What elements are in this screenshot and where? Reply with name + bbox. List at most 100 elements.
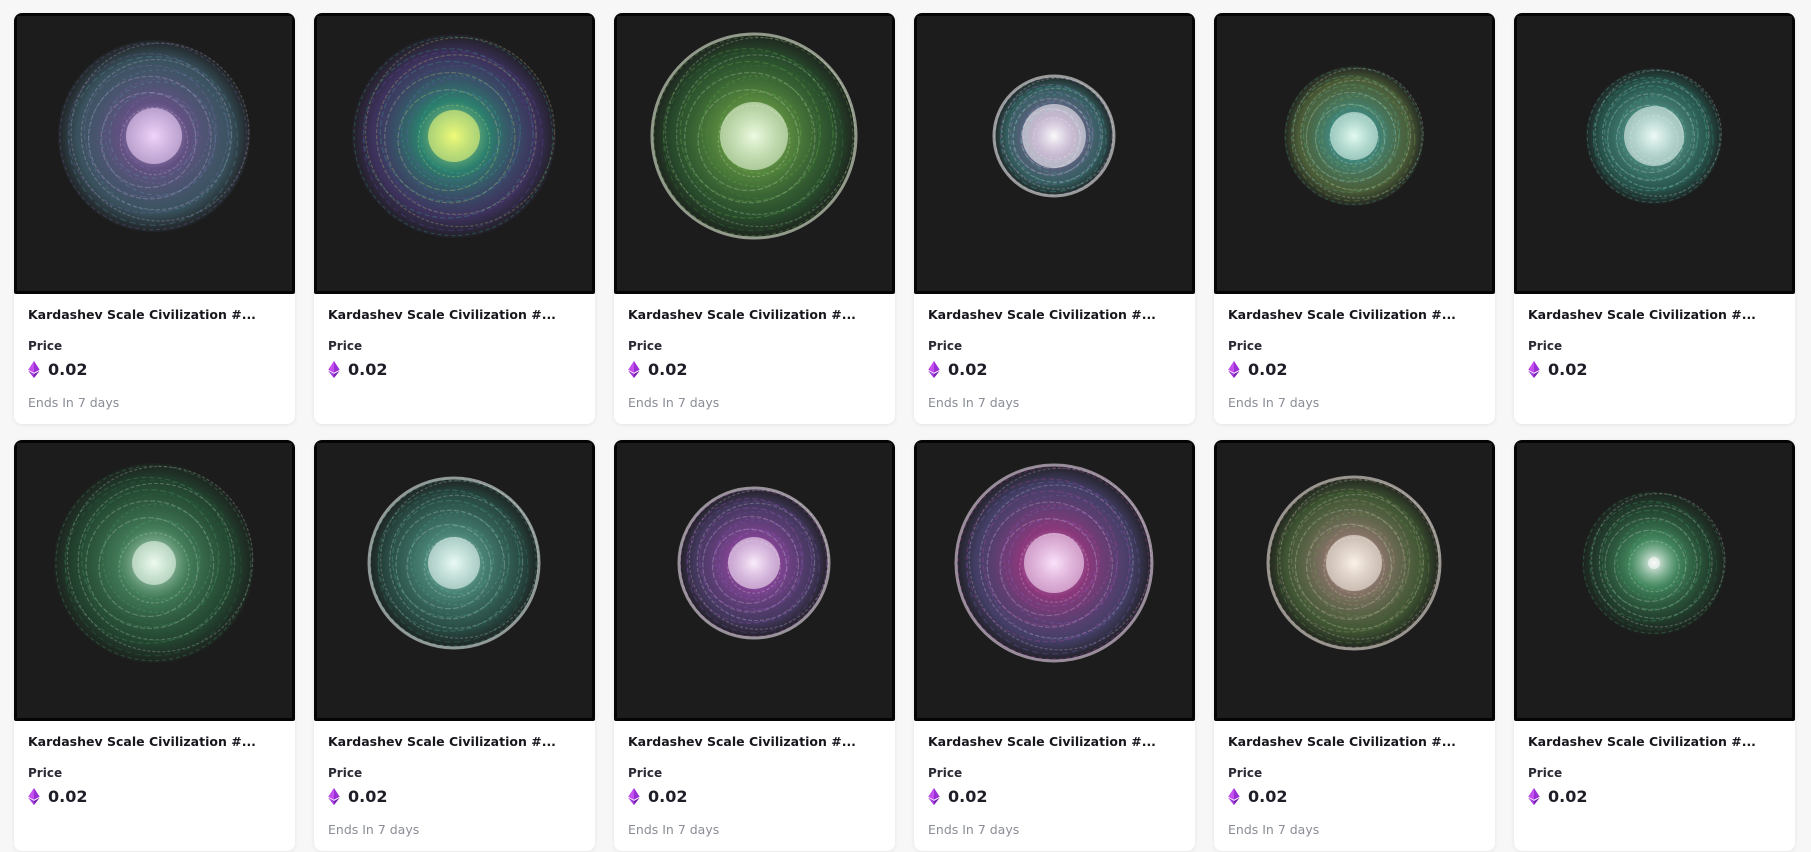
nft-artwork-image[interactable]	[1514, 13, 1795, 294]
price-row: 0.02	[1228, 786, 1481, 806]
card-meta: Kardashev Scale Civilization #... Price …	[614, 721, 895, 838]
price-label: Price	[628, 339, 663, 353]
price-label: Price	[1228, 766, 1263, 780]
artwork-core	[1022, 104, 1086, 168]
nft-title[interactable]: Kardashev Scale Civilization #...	[28, 307, 281, 323]
price-label: Price	[328, 339, 363, 353]
nft-artwork-image[interactable]	[1214, 440, 1495, 721]
nft-artwork-image[interactable]	[614, 440, 895, 721]
price-value: 0.02	[48, 786, 88, 806]
price-label: Price	[1228, 339, 1263, 353]
card-meta: Kardashev Scale Civilization #... Price …	[314, 294, 595, 411]
card-meta: Kardashev Scale Civilization #... Price …	[614, 294, 895, 411]
nft-artwork-image[interactable]	[1214, 13, 1495, 294]
nft-title[interactable]: Kardashev Scale Civilization #...	[928, 307, 1181, 323]
auction-ends-text: Ends In 7 days	[628, 822, 720, 837]
nft-card-9[interactable]: Kardashev Scale Civilization #... Price …	[614, 440, 895, 851]
ethereum-icon	[28, 787, 40, 805]
price-row: 0.02	[28, 786, 281, 806]
card-meta: Kardashev Scale Civilization #... Price …	[14, 294, 295, 411]
card-meta: Kardashev Scale Civilization #... Price …	[914, 294, 1195, 411]
price-label: Price	[28, 339, 63, 353]
nft-card-1[interactable]: Kardashev Scale Civilization #... Price …	[14, 13, 295, 424]
nft-title[interactable]: Kardashev Scale Civilization #...	[1228, 307, 1481, 323]
price-value: 0.02	[1548, 786, 1588, 806]
nft-title[interactable]: Kardashev Scale Civilization #...	[28, 734, 281, 750]
price-row: 0.02	[328, 359, 581, 379]
card-meta: Kardashev Scale Civilization #... Price …	[1214, 721, 1495, 838]
price-value: 0.02	[1248, 786, 1288, 806]
nft-card-5[interactable]: Kardashev Scale Civilization #... Price …	[1214, 13, 1495, 424]
price-label: Price	[1528, 766, 1563, 780]
nft-artwork-image[interactable]	[314, 440, 595, 721]
price-row: 0.02	[928, 359, 1181, 379]
price-value: 0.02	[948, 786, 988, 806]
artwork-core	[428, 110, 480, 162]
price-row: 0.02	[1228, 359, 1481, 379]
nft-title[interactable]: Kardashev Scale Civilization #...	[1528, 307, 1781, 323]
ethereum-icon	[1228, 360, 1240, 378]
auction-ends-text	[1528, 395, 1781, 411]
price-label: Price	[628, 766, 663, 780]
auction-ends-text: Ends In 7 days	[1228, 822, 1320, 837]
nft-artwork-image[interactable]	[614, 13, 895, 294]
ethereum-icon	[928, 787, 940, 805]
nft-artwork-image[interactable]	[1514, 440, 1795, 721]
ethereum-icon	[28, 360, 40, 378]
artwork-core	[1648, 557, 1660, 569]
nft-artwork-image[interactable]	[914, 440, 1195, 721]
nft-card-7[interactable]: Kardashev Scale Civilization #... Price …	[14, 440, 295, 851]
auction-ends-text: Ends In 7 days	[328, 822, 420, 837]
auction-ends-text	[328, 395, 581, 411]
nft-title[interactable]: Kardashev Scale Civilization #...	[328, 734, 581, 750]
ethereum-icon	[928, 360, 940, 378]
nft-title[interactable]: Kardashev Scale Civilization #...	[328, 307, 581, 323]
price-row: 0.02	[328, 786, 581, 806]
auction-ends-text: Ends In 7 days	[628, 395, 720, 410]
price-label: Price	[28, 766, 63, 780]
auction-ends-text	[28, 822, 281, 838]
nft-card-2[interactable]: Kardashev Scale Civilization #... Price …	[314, 13, 595, 424]
nft-card-11[interactable]: Kardashev Scale Civilization #... Price …	[1214, 440, 1495, 851]
artwork-core	[1326, 535, 1382, 591]
nft-card-grid: Kardashev Scale Civilization #... Price …	[0, 0, 1811, 851]
card-meta: Kardashev Scale Civilization #... Price …	[914, 721, 1195, 838]
price-row: 0.02	[1528, 359, 1781, 379]
price-value: 0.02	[648, 786, 688, 806]
nft-card-10[interactable]: Kardashev Scale Civilization #... Price …	[914, 440, 1195, 851]
price-label: Price	[1528, 339, 1563, 353]
price-value: 0.02	[648, 359, 688, 379]
nft-card-12[interactable]: Kardashev Scale Civilization #... Price …	[1514, 440, 1795, 851]
price-value: 0.02	[348, 786, 388, 806]
nft-card-8[interactable]: Kardashev Scale Civilization #... Price …	[314, 440, 595, 851]
nft-card-3[interactable]: Kardashev Scale Civilization #... Price …	[614, 13, 895, 424]
card-meta: Kardashev Scale Civilization #... Price …	[1514, 294, 1795, 411]
price-label: Price	[928, 339, 963, 353]
auction-ends-text: Ends In 7 days	[1228, 395, 1320, 410]
auction-ends-text: Ends In 7 days	[28, 395, 120, 410]
price-row: 0.02	[28, 359, 281, 379]
artwork-core	[132, 541, 176, 585]
ethereum-icon	[328, 787, 340, 805]
artwork-core	[126, 108, 182, 164]
nft-artwork-image[interactable]	[14, 440, 295, 721]
card-meta: Kardashev Scale Civilization #... Price …	[1514, 721, 1795, 838]
price-label: Price	[928, 766, 963, 780]
nft-title[interactable]: Kardashev Scale Civilization #...	[1228, 734, 1481, 750]
nft-title[interactable]: Kardashev Scale Civilization #...	[628, 307, 881, 323]
nft-artwork-image[interactable]	[314, 13, 595, 294]
price-value: 0.02	[348, 359, 388, 379]
nft-card-4[interactable]: Kardashev Scale Civilization #... Price …	[914, 13, 1195, 424]
nft-title[interactable]: Kardashev Scale Civilization #...	[928, 734, 1181, 750]
price-row: 0.02	[628, 786, 881, 806]
nft-title[interactable]: Kardashev Scale Civilization #...	[628, 734, 881, 750]
nft-title[interactable]: Kardashev Scale Civilization #...	[1528, 734, 1781, 750]
ethereum-icon	[1228, 787, 1240, 805]
nft-artwork-image[interactable]	[14, 13, 295, 294]
card-meta: Kardashev Scale Civilization #... Price …	[14, 721, 295, 838]
nft-card-6[interactable]: Kardashev Scale Civilization #... Price …	[1514, 13, 1795, 424]
auction-ends-text: Ends In 7 days	[928, 822, 1020, 837]
nft-artwork-image[interactable]	[914, 13, 1195, 294]
price-value: 0.02	[1548, 359, 1588, 379]
ethereum-icon	[328, 360, 340, 378]
